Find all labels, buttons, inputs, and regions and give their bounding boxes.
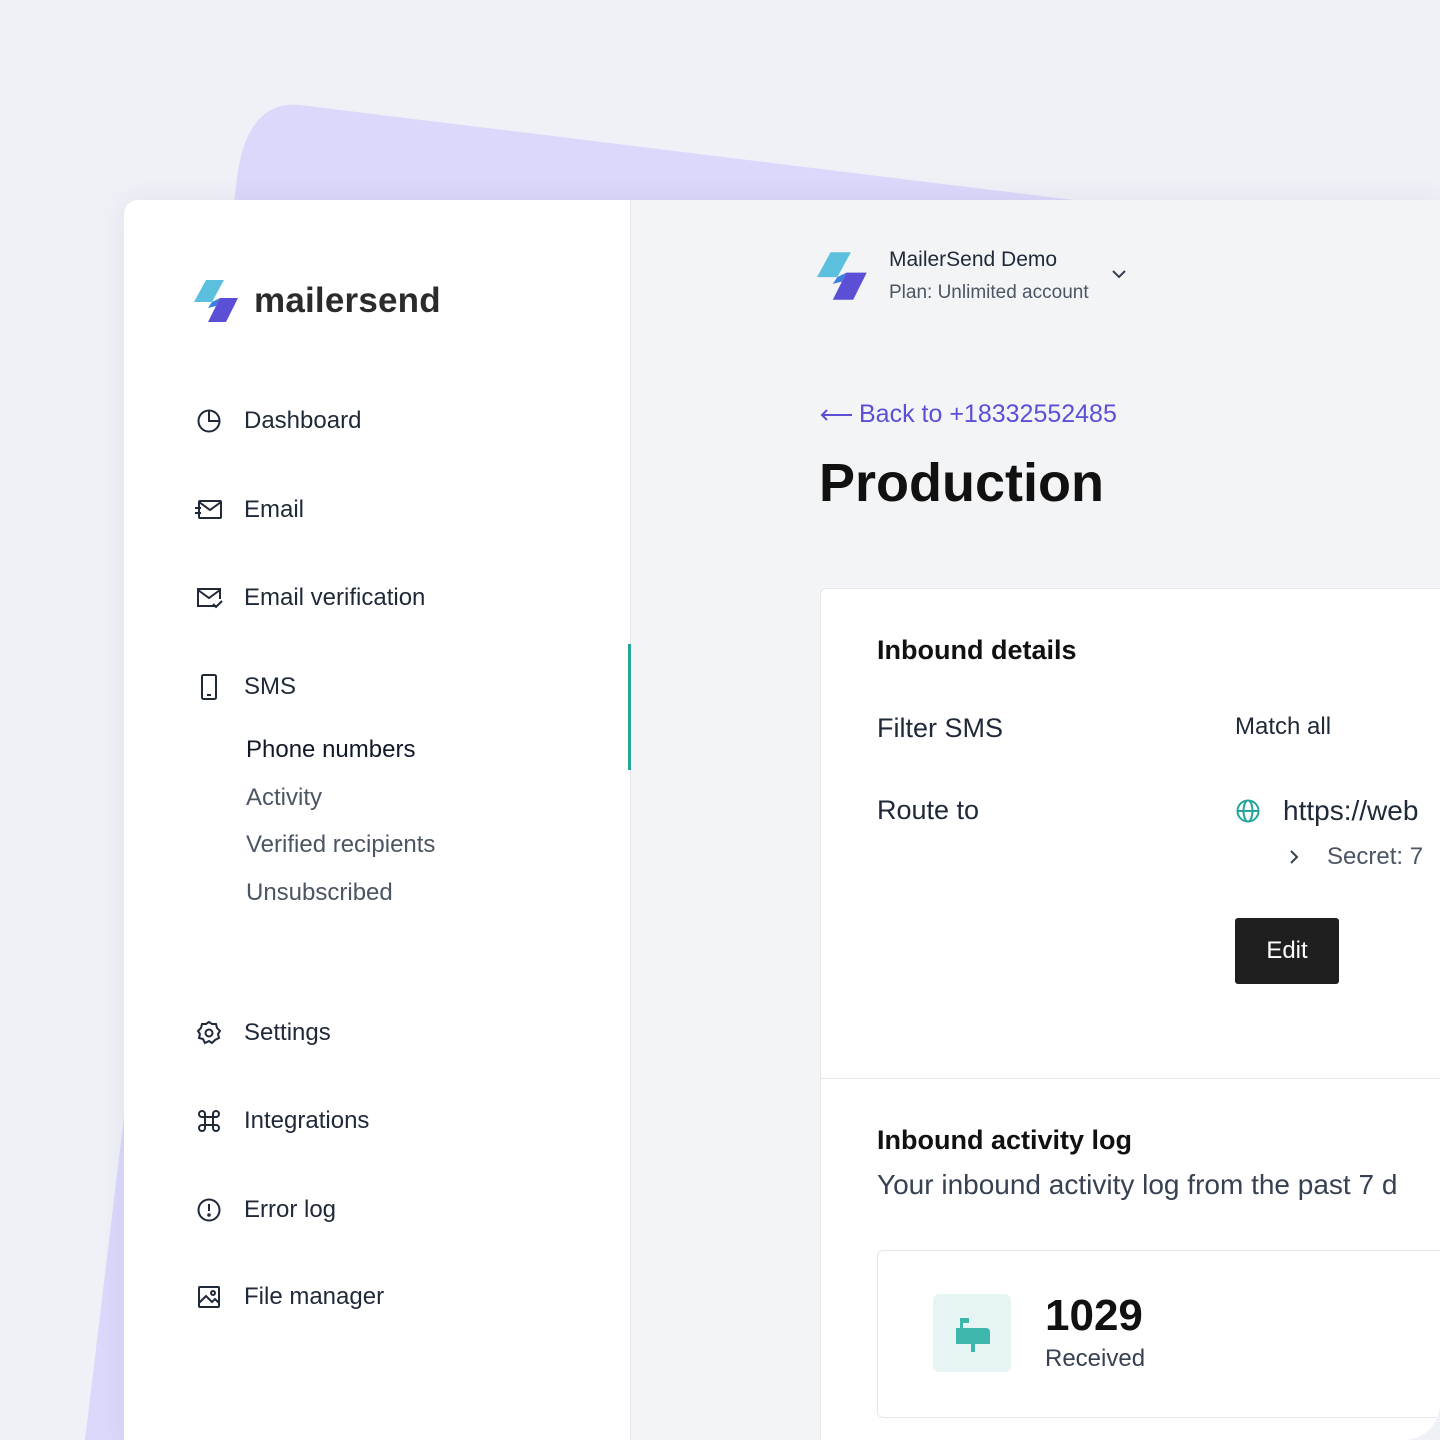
back-link[interactable]: Back to +18332552485: [819, 400, 1117, 429]
received-label: Received: [1045, 1345, 1146, 1372]
mailersend-logo-icon: [194, 280, 238, 322]
main-content: MailerSend Demo Plan: Unlimited account …: [631, 200, 1440, 1440]
mail-check-icon: [194, 583, 224, 613]
secret-text: Secret: 7: [1327, 843, 1424, 870]
inbound-card: Inbound details Filter SMS Match all Rou…: [820, 588, 1440, 1440]
route-url: https://web: [1235, 795, 1418, 827]
logo[interactable]: mailersend: [194, 278, 441, 324]
mailbox-icon: [933, 1294, 1011, 1372]
brand-name: mailersend: [254, 281, 441, 320]
sub-nav-verified-recipients[interactable]: Verified recipients: [246, 831, 435, 859]
chevron-down-icon: [1111, 270, 1126, 279]
account-plan: Plan: Unlimited account: [889, 282, 1089, 303]
nav-label: Settings: [244, 1019, 331, 1046]
globe-icon: [1236, 799, 1260, 823]
nav-label: SMS: [244, 673, 297, 700]
nav-dashboard[interactable]: Dashboard: [194, 406, 361, 436]
filter-sms-label: Filter SMS: [877, 713, 1004, 743]
send-mail-icon: [194, 495, 224, 525]
phone-icon: [194, 672, 224, 702]
image-icon: [194, 1282, 224, 1312]
nav-integrations[interactable]: Integrations: [194, 1106, 369, 1136]
chevron-right-icon: [1290, 850, 1299, 864]
arrow-left-icon: [820, 408, 852, 421]
activity-log-title: Inbound activity log: [877, 1125, 1132, 1155]
pie-chart-icon: [194, 406, 224, 436]
sub-nav-activity[interactable]: Activity: [246, 784, 322, 812]
nav-email[interactable]: Email: [194, 495, 304, 525]
background-canvas: mailersend Dashboard Email Email verific…: [0, 0, 1440, 1440]
nav-sms[interactable]: SMS: [194, 672, 296, 702]
route-to-label: Route to: [877, 795, 980, 825]
app-window: mailersend Dashboard Email Email verific…: [124, 200, 1440, 1440]
nav-label: Integrations: [244, 1107, 370, 1134]
command-icon: [194, 1106, 224, 1136]
gear-icon: [194, 1018, 224, 1048]
nav-label: File manager: [244, 1283, 385, 1310]
activity-log-subtitle: Your inbound activity log from the past …: [877, 1169, 1398, 1200]
nav-file-manager[interactable]: File manager: [194, 1282, 384, 1312]
nav-email-verification[interactable]: Email verification: [194, 583, 425, 613]
sub-nav-unsubscribed[interactable]: Unsubscribed: [246, 879, 393, 907]
account-switcher[interactable]: MailerSend Demo Plan: Unlimited account: [817, 248, 1127, 304]
received-count: 1029: [1045, 1291, 1143, 1340]
back-link-label: Back to +18332552485: [859, 400, 1117, 428]
section-divider: [821, 1078, 1440, 1079]
received-stat-card: 1029 Received: [877, 1250, 1440, 1418]
edit-button[interactable]: Edit: [1235, 918, 1339, 984]
sidebar: mailersend Dashboard Email Email verific…: [124, 200, 631, 1440]
nav-label: Dashboard: [244, 407, 362, 434]
sub-nav-phone-numbers[interactable]: Phone numbers: [246, 736, 415, 764]
page-title: Production: [819, 453, 1104, 513]
route-url-text: https://web: [1283, 795, 1419, 826]
nav-label: Error log: [244, 1196, 337, 1223]
account-name: MailerSend Demo: [889, 248, 1058, 271]
nav-error-log[interactable]: Error log: [194, 1195, 336, 1225]
account-logo-icon: [817, 252, 867, 300]
filter-sms-value: Match all: [1235, 713, 1332, 740]
nav-label: Email: [244, 496, 305, 523]
secret-row[interactable]: Secret: 7: [1289, 843, 1423, 871]
alert-circle-icon: [194, 1195, 224, 1225]
nav-settings[interactable]: Settings: [194, 1018, 331, 1048]
inbound-details-title: Inbound details: [877, 635, 1077, 665]
nav-label: Email verification: [244, 584, 426, 611]
